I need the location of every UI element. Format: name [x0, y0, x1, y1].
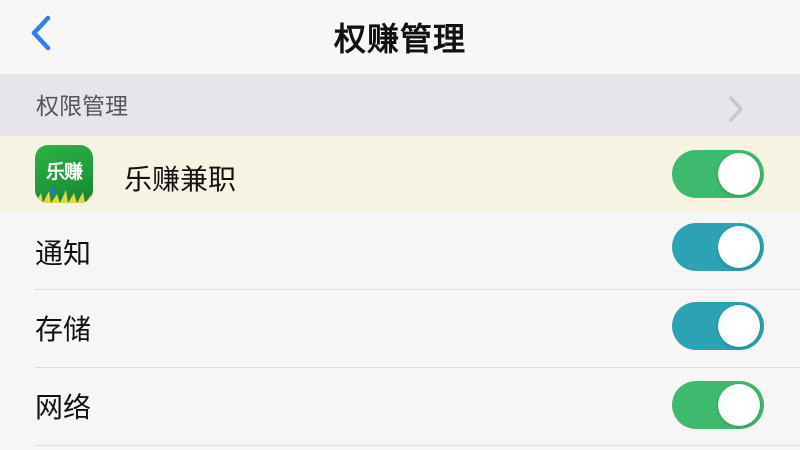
app-toggle[interactable]	[672, 150, 764, 198]
toggle-knob	[718, 384, 760, 426]
permission-label: 通知	[35, 237, 92, 270]
notifications-toggle[interactable]	[672, 223, 764, 271]
toggle-knob	[718, 153, 760, 195]
app-row: 乐赚 乐赚兼职	[0, 136, 800, 212]
section-label: 权限管理	[36, 94, 128, 120]
permission-management-section[interactable]: 权限管理	[0, 74, 800, 136]
app-icon-label: 乐赚	[45, 161, 83, 183]
storage-toggle[interactable]	[672, 302, 764, 350]
permission-row-storage: 存储	[0, 290, 800, 368]
page-title: 权赚管理	[333, 20, 466, 58]
permission-label: 网络	[35, 391, 92, 424]
chevron-right-icon	[729, 96, 743, 122]
toggle-knob	[718, 305, 760, 347]
app-icon: 乐赚	[35, 145, 93, 203]
toggle-knob	[718, 226, 760, 268]
permission-row-notifications: 通知	[0, 212, 800, 290]
navigation-bar: 权赚管理	[0, 0, 800, 74]
row-divider	[35, 445, 800, 446]
app-icon-decoration	[35, 188, 93, 203]
app-name: 乐赚兼职	[124, 163, 237, 196]
network-toggle[interactable]	[672, 381, 764, 429]
permission-row-network: 网络	[0, 368, 800, 446]
permission-label: 存储	[35, 313, 92, 346]
